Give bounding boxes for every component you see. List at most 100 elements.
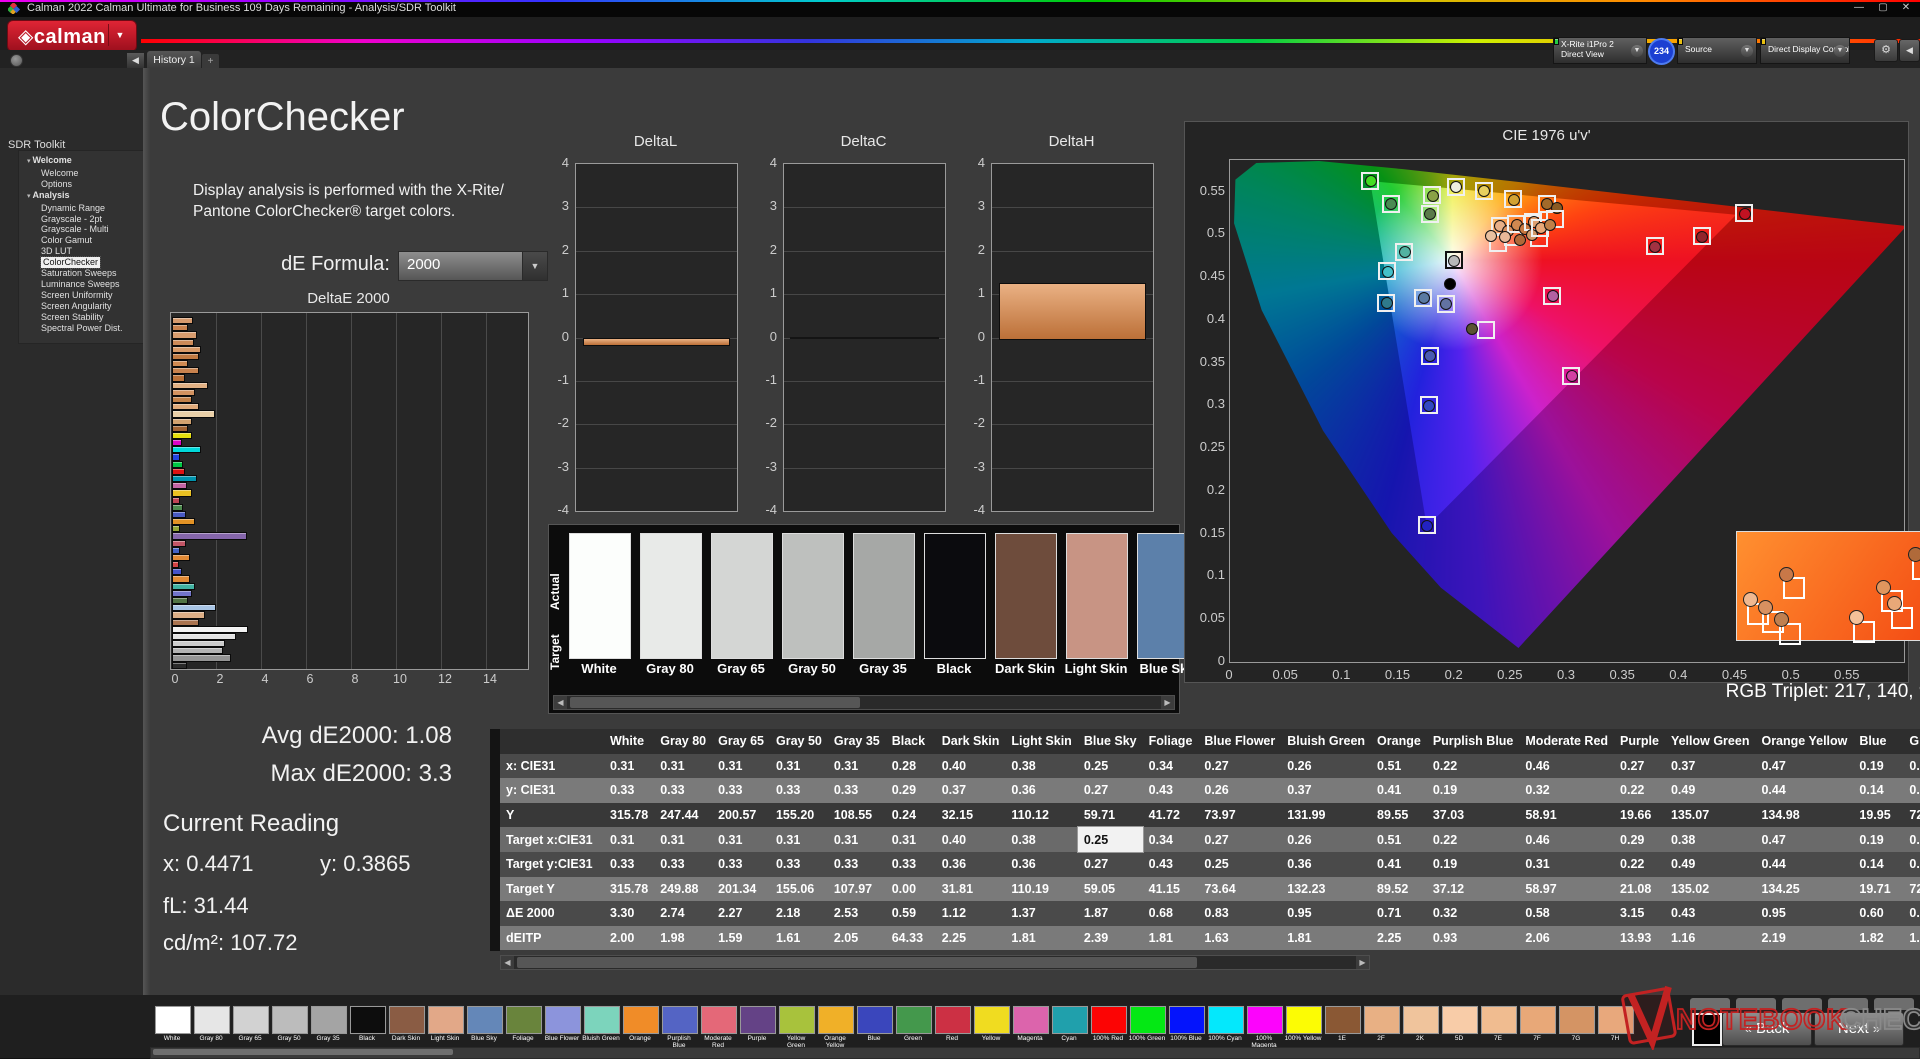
table-cell[interactable]: 0.31: [604, 827, 654, 852]
col-header[interactable]: Gray 35: [827, 729, 886, 754]
palette-patch-100-green[interactable]: 100% Green: [1129, 1006, 1166, 1043]
col-header[interactable]: Orange Yellow: [1755, 729, 1854, 754]
palette-patch-gray-35[interactable]: Gray 35: [311, 1006, 347, 1043]
table-cell[interactable]: 0.95: [1755, 901, 1853, 926]
table-cell[interactable]: 2.25: [1371, 926, 1427, 951]
table-cell[interactable]: 315.78: [604, 877, 654, 902]
close-button[interactable]: ✕: [1895, 1, 1917, 15]
table-cell[interactable]: 315.78: [604, 803, 654, 828]
patch-swatch-black[interactable]: [924, 533, 986, 659]
scroll-left-icon[interactable]: ◀: [501, 956, 514, 969]
table-cell[interactable]: 0.33: [604, 852, 654, 877]
col-header[interactable]: Gray 50: [769, 729, 828, 754]
table-cell[interactable]: 131.99: [1281, 803, 1371, 828]
table-cell[interactable]: 0.33: [654, 778, 712, 803]
palette-patch-2k[interactable]: 2K: [1403, 1006, 1439, 1043]
table-cell[interactable]: 2.53: [828, 901, 886, 926]
sidebar-item-dynamic-range[interactable]: Dynamic Range: [19, 203, 144, 214]
table-scrollbar[interactable]: ◀ ▶: [500, 955, 1370, 970]
palette-patch-green[interactable]: Green: [896, 1006, 932, 1043]
palette-patch-orange-yellow[interactable]: Orange Yellow: [818, 1006, 854, 1050]
palette-patch-dark-skin[interactable]: Dark Skin: [389, 1006, 425, 1043]
meter-dropdown[interactable]: X-Rite i1Pro 2 Direct View ▼: [1553, 37, 1647, 64]
sidebar-item-options[interactable]: Options: [19, 179, 144, 190]
table-cell[interactable]: 0.38: [1665, 827, 1756, 852]
table-cell[interactable]: 0.49: [1903, 778, 1920, 803]
sidebar-item-grayscale-2pt[interactable]: Grayscale - 2pt: [19, 214, 144, 225]
table-cell[interactable]: 0.49: [1665, 852, 1756, 877]
table-cell[interactable]: 0.31: [654, 754, 712, 779]
table-cell[interactable]: 0.38: [1005, 827, 1077, 852]
table-cell[interactable]: 1.45: [1903, 926, 1920, 951]
table-cell[interactable]: 2.27: [712, 901, 770, 926]
sidebar-item-welcome[interactable]: Welcome: [19, 155, 144, 168]
table-cell[interactable]: 0.58: [1519, 901, 1614, 926]
palette-patch-yellow[interactable]: Yellow: [974, 1006, 1010, 1043]
table-cell[interactable]: 0.28: [886, 754, 936, 779]
table-cell[interactable]: 2.00: [604, 926, 654, 951]
panel-collapse-icon[interactable]: ◀: [1899, 39, 1920, 62]
table-cell[interactable]: 0.59: [886, 901, 936, 926]
table-cell[interactable]: 247.44: [654, 803, 712, 828]
table-cell[interactable]: 107.97: [828, 877, 886, 902]
table-cell[interactable]: 0.37: [1281, 778, 1371, 803]
table-cell[interactable]: 110.19: [1005, 877, 1077, 902]
patch-swatch-gray-80[interactable]: [640, 533, 702, 659]
table-cell[interactable]: 0.31: [654, 827, 712, 852]
table-cell[interactable]: 0.22: [1427, 754, 1520, 779]
patch-swatch-white[interactable]: [569, 533, 631, 659]
table-cell[interactable]: 13.93: [1614, 926, 1665, 951]
sidebar-item-screen-uniformity[interactable]: Screen Uniformity: [19, 290, 144, 301]
table-cell[interactable]: 58.97: [1519, 877, 1614, 902]
layout-dot-button[interactable]: [10, 54, 23, 67]
scrollbar-thumb[interactable]: [517, 957, 1197, 968]
sidebar-collapse-button[interactable]: ◀: [126, 52, 145, 69]
table-cell[interactable]: 0.14: [1853, 778, 1903, 803]
palette-patch-100-magenta[interactable]: 100% Magenta: [1247, 1006, 1283, 1050]
palette-patch-purplish-blue[interactable]: Purplish Blue: [662, 1006, 698, 1050]
table-cell[interactable]: 0.31: [828, 827, 886, 852]
col-header[interactable]: Gray 65: [712, 729, 770, 754]
table-cell[interactable]: 0.19: [1853, 754, 1903, 779]
table-cell[interactable]: 0.31: [770, 754, 828, 779]
sidebar-item-luminance-sweeps[interactable]: Luminance Sweeps: [19, 279, 144, 290]
table-cell[interactable]: 0.00: [886, 877, 936, 902]
table-cell[interactable]: 0.19: [1853, 827, 1903, 852]
table-cell[interactable]: 132.23: [1281, 877, 1371, 902]
table-cell[interactable]: 0.40: [936, 754, 1006, 779]
table-cell[interactable]: 0.47: [1755, 827, 1853, 852]
table-cell[interactable]: 0.25: [1078, 754, 1143, 779]
table-cell[interactable]: 108.55: [828, 803, 886, 828]
table-cell[interactable]: 0.31: [1903, 827, 1920, 852]
table-cell[interactable]: 0.24: [886, 803, 936, 828]
table-cell[interactable]: 0.29: [886, 778, 936, 803]
table-cell[interactable]: 0.32: [1519, 778, 1614, 803]
sidebar-item-screen-angularity[interactable]: Screen Angularity: [19, 301, 144, 312]
table-cell[interactable]: 135.02: [1665, 877, 1756, 902]
table-cell[interactable]: 0.49: [1665, 778, 1756, 803]
palette-patch-orange[interactable]: Orange: [623, 1006, 659, 1043]
table-cell[interactable]: 110.12: [1005, 803, 1077, 828]
patch-swatch-dark-skin[interactable]: [995, 533, 1057, 659]
table-cell[interactable]: 0.46: [1519, 754, 1614, 779]
table-cell[interactable]: 0.26: [1281, 827, 1371, 852]
col-header[interactable]: Blue Flower: [1198, 729, 1282, 754]
table-cell[interactable]: 0.36: [1005, 778, 1077, 803]
table-cell[interactable]: 0.34: [1143, 754, 1199, 779]
table-cell[interactable]: 2.39: [1078, 926, 1143, 951]
table-cell[interactable]: 0.37: [936, 778, 1006, 803]
table-cell[interactable]: 0.25: [1076, 826, 1144, 853]
table-cell[interactable]: 0.40: [936, 827, 1006, 852]
sidebar-item-color-gamut[interactable]: Color Gamut: [19, 235, 144, 246]
table-cell[interactable]: 0.36: [1281, 852, 1371, 877]
palette-patch-cyan[interactable]: Cyan: [1052, 1006, 1088, 1043]
table-cell[interactable]: 0.51: [1371, 827, 1427, 852]
table-cell[interactable]: 0.14: [1853, 852, 1903, 877]
table-cell[interactable]: 0.33: [654, 852, 712, 877]
table-cell[interactable]: 0.68: [1143, 901, 1199, 926]
table-cell[interactable]: 0.30: [1903, 754, 1920, 779]
table-cell[interactable]: 2.74: [654, 901, 712, 926]
col-header[interactable]: Foliage: [1142, 729, 1199, 754]
palette-patch-1e[interactable]: 1E: [1325, 1006, 1361, 1043]
table-cell[interactable]: 155.06: [770, 877, 828, 902]
